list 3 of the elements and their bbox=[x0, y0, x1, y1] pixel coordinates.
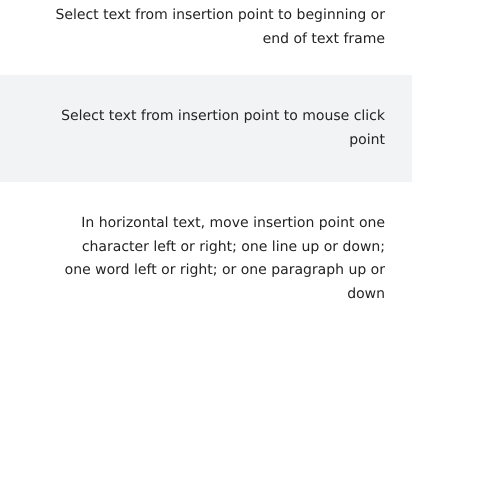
description-text: In horizontal text, move insertion point one character left or right; one line up or down; one word left or right; or one paragraph up or down bbox=[64, 214, 385, 304]
description-text: Select text from insertion point to mouse click point bbox=[60, 107, 385, 150]
description-text: Select text from insertion point to beginning or end of text frame bbox=[55, 6, 385, 48]
